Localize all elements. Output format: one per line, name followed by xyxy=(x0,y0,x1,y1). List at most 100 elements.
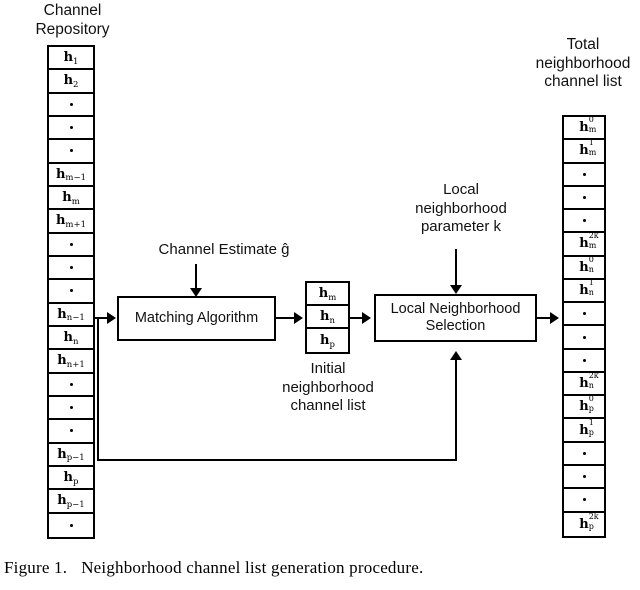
channel-repository-cell: h1 xyxy=(49,47,93,71)
matching-to-initial-arrow-head xyxy=(294,312,303,324)
ellipsis-dot xyxy=(582,335,586,339)
channel-repository-cell: hm−1 xyxy=(49,163,93,187)
ellipsis-dot xyxy=(69,242,73,246)
total-neighborhood-cell: h 2k m xyxy=(564,233,604,257)
vector-symbol: hp xyxy=(63,470,79,487)
total-neighborhood-cell xyxy=(564,326,604,350)
vector-symbol: hm−1 xyxy=(55,166,87,184)
vector-symbol: hm xyxy=(62,190,80,207)
ellipsis-dot xyxy=(69,382,73,386)
channel-repository-cell xyxy=(49,233,93,257)
vector-subscript: p xyxy=(588,404,594,414)
total-neighborhood-cell xyxy=(564,489,604,513)
vector-symbol: h0n xyxy=(579,256,594,275)
channel-repository-cell: hm xyxy=(49,186,93,211)
repo-to-matching-arrow-head xyxy=(107,312,116,324)
vector-symbol: hn xyxy=(320,309,335,326)
channel-repository-cell: h2 xyxy=(49,70,93,94)
initial-neighborhood-cell: hp xyxy=(307,329,348,352)
vector-subscript: p−1 xyxy=(66,499,85,510)
vector-symbol: hp−1 xyxy=(57,446,85,464)
channel-repository-cell xyxy=(49,396,93,421)
local-parameter-arrow-head xyxy=(450,285,462,294)
vector-subscript: n−1 xyxy=(66,313,85,324)
ellipsis-dot xyxy=(582,219,586,223)
feedback-line-bottom xyxy=(97,459,457,461)
ellipsis-dot xyxy=(69,289,73,293)
vector-symbol: h 2k p xyxy=(579,512,599,532)
local-parameter-arrow-line xyxy=(455,249,457,287)
vector-symbol: hm+1 xyxy=(55,213,87,230)
total-neighborhood-cell: h1n xyxy=(564,279,604,304)
vector-subscript: m xyxy=(71,196,80,207)
figure-canvas: Channel Repository h1 h2 hm−1 hm hm+1 hn−1 hn h… xyxy=(0,0,640,590)
matching-algorithm-box: Matching Algorithm xyxy=(117,296,276,341)
channel-repository-cell xyxy=(49,256,93,281)
vector-subscript: m xyxy=(588,125,597,135)
total-neighborhood-cell xyxy=(564,186,604,211)
feedback-line-right xyxy=(455,360,457,461)
vector-subscript: p xyxy=(588,427,594,437)
channel-repository-cell: hp xyxy=(49,466,93,491)
vector-superscript: 0 xyxy=(588,396,594,404)
channel-repository-cell: hn−1 xyxy=(49,303,93,327)
vector-subscript: p xyxy=(329,339,335,350)
feedback-line-left xyxy=(97,318,99,461)
vector-subscript: n+1 xyxy=(66,359,85,370)
vector-superscript: 1 xyxy=(588,279,594,287)
ellipsis-dot xyxy=(582,195,586,199)
vector-symbol: h 2k m xyxy=(579,233,599,252)
vector-symbol: h 2k n xyxy=(579,372,599,392)
channel-estimate-label: Channel Estimate ĝ xyxy=(158,241,290,258)
vector-subscript: p xyxy=(588,521,594,531)
figure-caption-number: Figure 1. xyxy=(4,558,68,577)
total-neighborhood-cell: h1m xyxy=(564,140,604,164)
total-neighborhood-cell xyxy=(564,442,604,466)
vector-subscript: n xyxy=(588,287,594,297)
ellipsis-dot xyxy=(69,102,73,106)
channel-repository-cell: hp−1 xyxy=(49,490,93,514)
vector-symbol: h1n xyxy=(579,279,594,298)
channel-repository-cell xyxy=(49,420,93,444)
channel-repository-cell xyxy=(49,116,93,141)
ellipsis-dot xyxy=(582,358,586,362)
vector-symbol: hn xyxy=(63,330,79,347)
channel-repository-list: h1 h2 hm−1 hm hm+1 hn−1 hn hn+1 hp−1 hp hp−1 xyxy=(47,45,95,539)
vector-superscript: 2k xyxy=(588,372,599,381)
total-neighborhood-cell: h 2k n xyxy=(564,372,604,397)
initial-neighborhood-cell: hm xyxy=(307,283,348,306)
channel-repository-cell: hp−1 xyxy=(49,443,93,467)
channel-repository-cell xyxy=(49,93,93,117)
total-neighborhood-cell: h0p xyxy=(564,396,604,420)
vector-subscript: n xyxy=(329,315,335,326)
vector-subscript: m xyxy=(588,148,597,158)
vector-subscript: n xyxy=(588,264,594,274)
vector-subscript: m xyxy=(588,241,597,251)
ellipsis-dot xyxy=(582,451,586,455)
vector-symbol: h0p xyxy=(579,396,594,415)
vector-subscript: m xyxy=(328,292,337,303)
channel-estimate-arrow-line xyxy=(195,264,197,290)
channel-repository-cell xyxy=(49,373,93,397)
vector-superscript: 2k xyxy=(588,233,599,241)
channel-repository-cell xyxy=(49,280,93,304)
initial-neighborhood-list: hm hn hp xyxy=(305,281,350,354)
vector-superscript: 0 xyxy=(588,117,594,125)
ellipsis-dot xyxy=(582,498,586,502)
total-neighborhood-cell xyxy=(564,349,604,373)
feedback-arrow-head xyxy=(450,351,462,360)
total-neighborhood-cell xyxy=(564,210,604,234)
vector-superscript: 2k xyxy=(588,512,599,521)
total-neighborhood-cell xyxy=(564,163,604,187)
total-neighborhood-cell: h0n xyxy=(564,256,604,280)
vector-symbol: hn−1 xyxy=(57,306,85,324)
initial-to-selection-arrow-head xyxy=(362,312,371,324)
total-neighborhood-label: Total neighborhood channel list xyxy=(535,36,631,90)
ellipsis-dot xyxy=(69,126,73,130)
total-neighborhood-cell xyxy=(564,303,604,327)
initial-list-label: Initial neighborhood channel list xyxy=(282,360,374,414)
vector-subscript: m+1 xyxy=(65,219,87,230)
vector-subscript: p xyxy=(73,476,79,487)
ellipsis-dot xyxy=(69,429,73,433)
vector-symbol: h1p xyxy=(579,419,594,438)
